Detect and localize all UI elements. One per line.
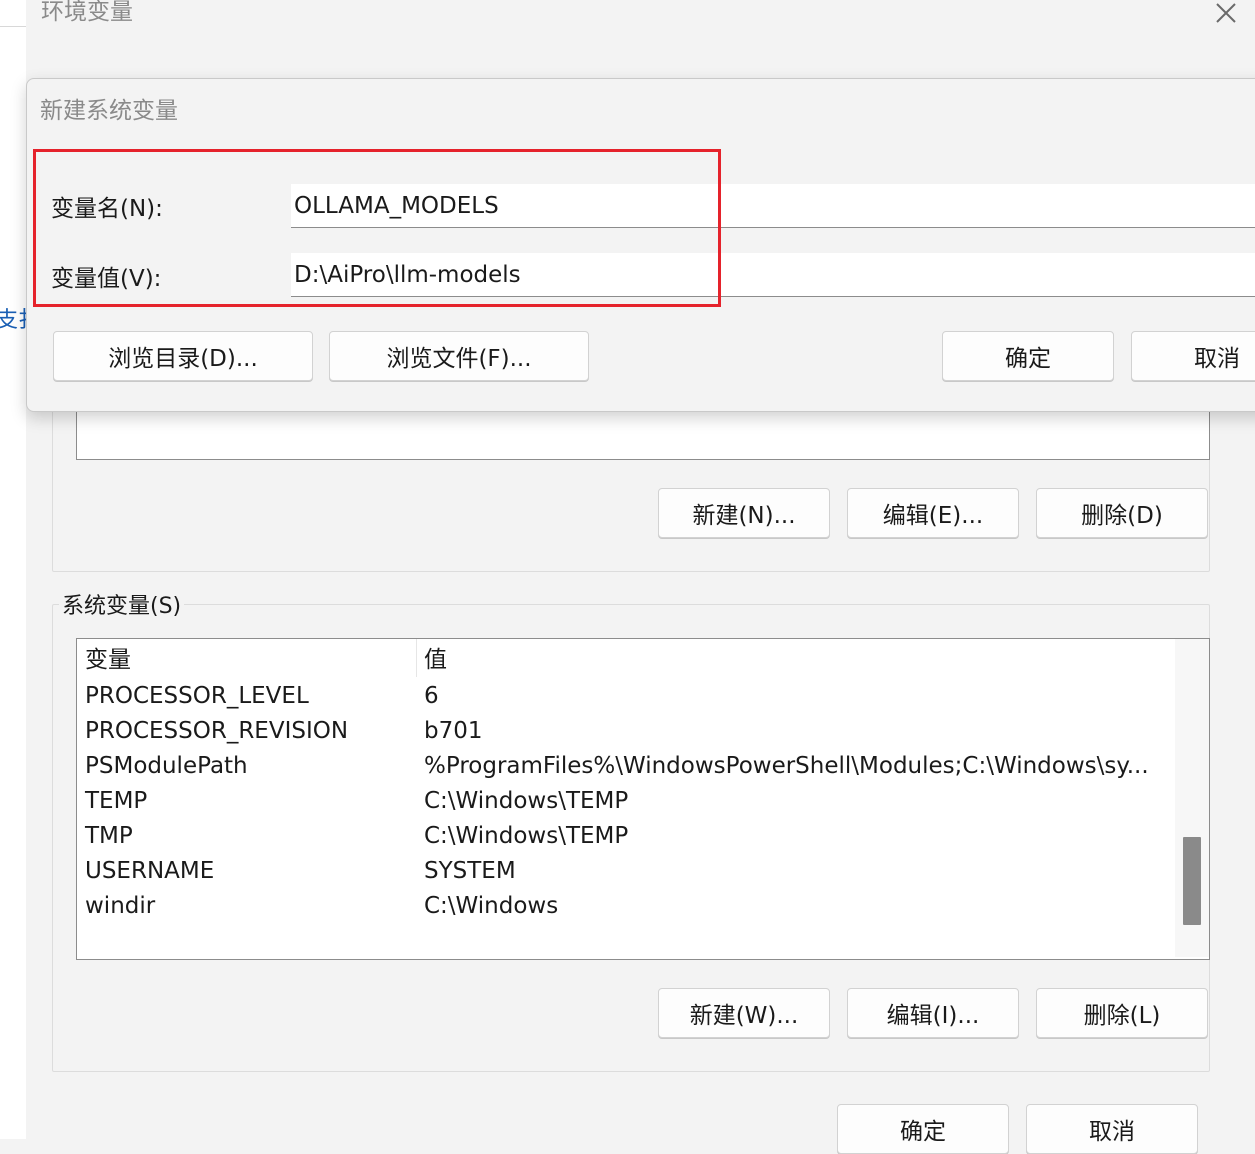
table-row[interactable]: PSModulePath %ProgramFiles%\WindowsPower…	[85, 749, 1165, 783]
table-row[interactable]: PROCESSOR_REVISION b701	[85, 714, 1165, 748]
window-title: 环境变量	[41, 0, 133, 25]
variable-name: USERNAME	[85, 858, 215, 884]
user-new-button[interactable]: 新建(N)...	[658, 488, 830, 538]
variable-name: TMP	[85, 823, 133, 849]
variable-value: C:\Windows\TEMP	[424, 788, 629, 814]
user-edit-button[interactable]: 编辑(E)...	[847, 488, 1019, 538]
variable-name: PROCESSOR_REVISION	[85, 718, 349, 744]
user-delete-button[interactable]: 删除(D)	[1036, 488, 1208, 538]
variable-name: PROCESSOR_LEVEL	[85, 683, 309, 709]
system-new-button[interactable]: 新建(W)...	[658, 988, 830, 1038]
table-row[interactable]: TEMP C:\Windows\TEMP	[85, 784, 1165, 818]
highlight-annotation	[33, 149, 721, 307]
scrollbar-thumb[interactable]	[1183, 837, 1201, 925]
variable-name: PSModulePath	[85, 753, 248, 779]
system-delete-button[interactable]: 删除(L)	[1036, 988, 1208, 1038]
system-variables-list[interactable]: 变量 值 PROCESSOR_LEVEL 6 PROCESSOR_REVISIO…	[76, 638, 1210, 960]
variable-value: C:\Windows\TEMP	[424, 823, 629, 849]
variable-value: SYSTEM	[424, 858, 516, 884]
dialog-ok-button[interactable]: 确定	[942, 331, 1114, 381]
variable-name: TEMP	[85, 788, 148, 814]
cancel-button[interactable]: 取消	[1026, 1104, 1198, 1154]
column-header-variable[interactable]: 变量	[85, 643, 131, 677]
browse-directory-button[interactable]: 浏览目录(D)...	[53, 331, 313, 381]
system-edit-button[interactable]: 编辑(I)...	[847, 988, 1019, 1038]
table-row[interactable]: USERNAME SYSTEM	[85, 854, 1165, 888]
dialog-cancel-button[interactable]: 取消	[1131, 331, 1255, 381]
table-row[interactable]: PROCESSOR_LEVEL 6	[85, 679, 1165, 713]
vertical-scrollbar[interactable]	[1175, 639, 1209, 957]
new-system-variable-dialog: 新建系统变量 变量名(N): 变量值(V): 浏览目录(D)... 浏览文件(F…	[26, 78, 1255, 412]
dialog-title: 新建系统变量	[40, 98, 178, 124]
browse-file-button[interactable]: 浏览文件(F)...	[329, 331, 589, 381]
close-icon[interactable]	[1211, 0, 1241, 28]
variable-value: C:\Windows	[424, 893, 559, 919]
variable-value: 6	[424, 683, 439, 709]
variable-name: windir	[85, 893, 156, 919]
background-window-strip: 支扌	[0, 0, 40, 1139]
title-bar: 环境变量	[26, 0, 1255, 42]
variable-value: b701	[424, 718, 483, 744]
table-row[interactable]: TMP C:\Windows\TEMP	[85, 819, 1165, 853]
divider	[0, 26, 26, 27]
column-header-value[interactable]: 值	[424, 643, 1164, 677]
system-variables-label: 系统变量(S)	[59, 588, 185, 620]
variable-value: %ProgramFiles%\WindowsPowerShell\Modules…	[424, 753, 1149, 779]
table-row[interactable]: windir C:\Windows	[85, 889, 1165, 923]
table-header: 变量 值	[85, 643, 1165, 677]
ok-button[interactable]: 确定	[837, 1104, 1009, 1154]
